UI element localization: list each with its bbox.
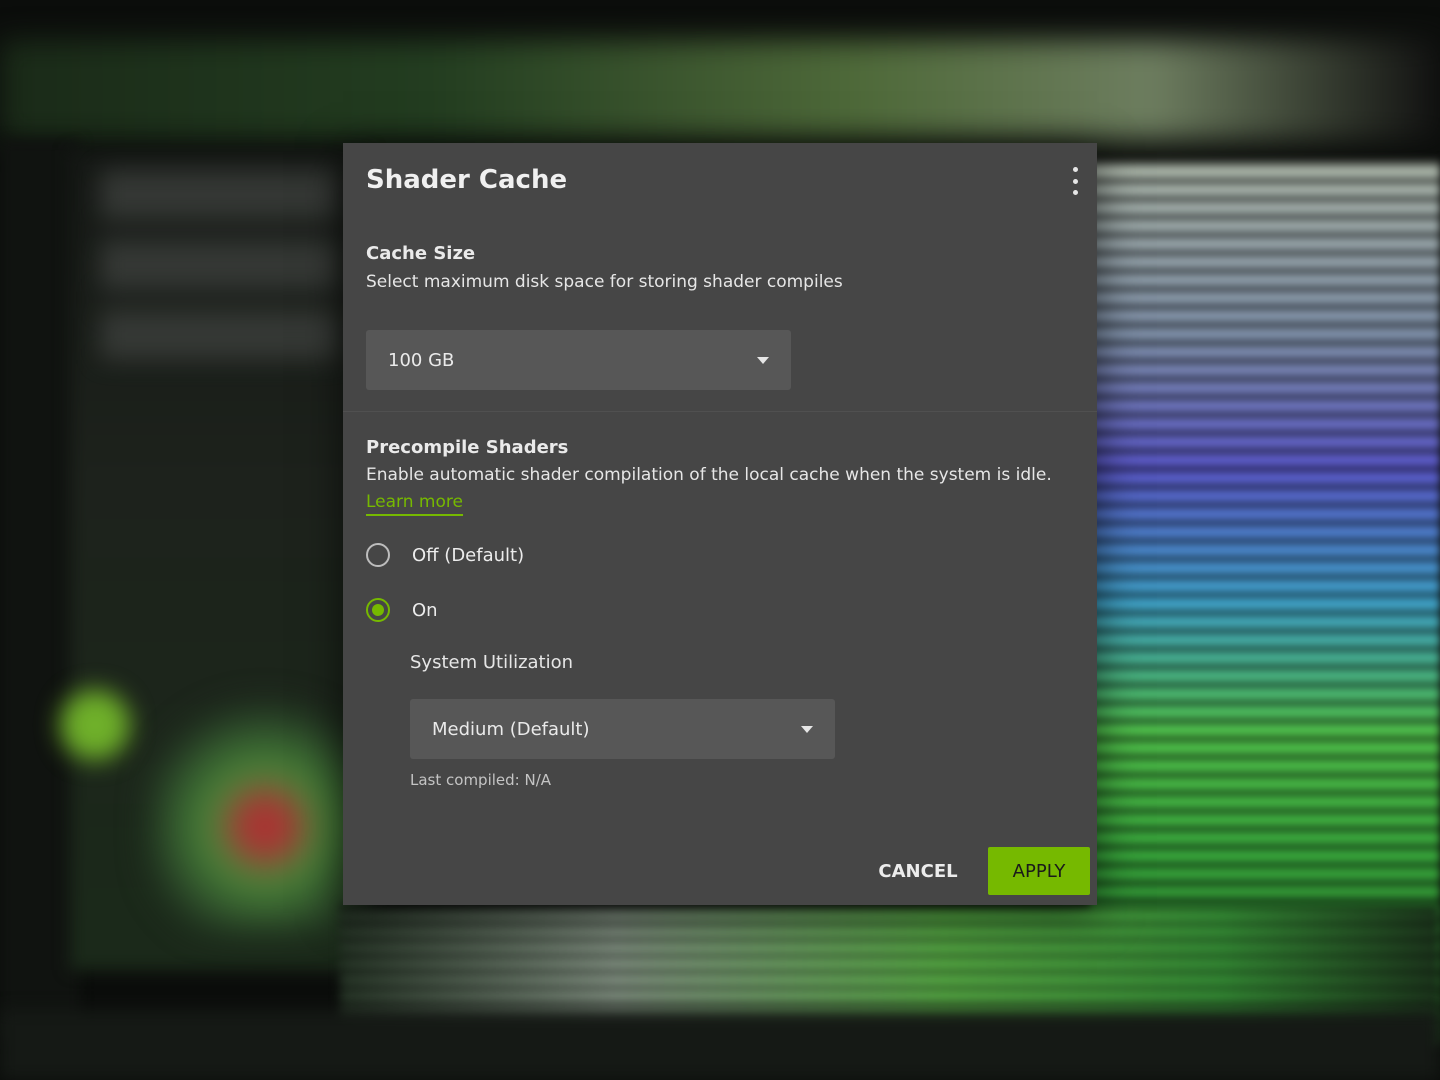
last-compiled-status: Last compiled: N/A [410,771,552,789]
kebab-dot [1072,190,1078,195]
radio-off[interactable] [366,543,390,567]
dialog-title: Shader Cache [366,165,568,195]
kebab-dot [1072,178,1078,184]
system-utilization-heading: System Utilization [410,652,574,673]
caret-down-icon [801,725,813,733]
radio-off-label: Off (Default) [412,544,525,566]
section-divider [343,411,1097,412]
cache-size-description: Select maximum disk space for storing sh… [366,272,843,292]
kebab-dot [1072,167,1078,172]
background-accent [60,690,130,760]
system-utilization-select[interactable]: Medium (Default) [410,699,835,759]
precompile-description: Enable automatic shader compilation of t… [366,465,1052,485]
background-footer [0,1010,1440,1080]
cache-size-select[interactable]: 100 GB [366,330,791,390]
learn-more-link[interactable]: Learn more [366,492,463,516]
background-left-nav [0,140,80,1040]
radio-on-label: On [412,599,438,621]
shader-cache-dialog: Shader Cache Cache Size Select maximum d… [343,143,1097,905]
precompile-heading: Precompile Shaders [366,437,569,458]
background-topbar [0,40,1440,140]
radio-off-option[interactable]: Off (Default) [366,543,524,567]
apply-button[interactable]: APPLY [988,847,1090,895]
radio-on[interactable] [366,598,390,622]
cache-size-heading: Cache Size [366,243,476,264]
system-utilization-value: Medium (Default) [432,718,590,740]
radio-on-option[interactable]: On [366,598,438,622]
background-heading [100,170,340,360]
caret-down-icon [757,356,769,364]
more-options-icon[interactable] [1069,167,1081,195]
cache-size-value: 100 GB [388,349,455,371]
cancel-button[interactable]: CANCEL [863,847,973,895]
